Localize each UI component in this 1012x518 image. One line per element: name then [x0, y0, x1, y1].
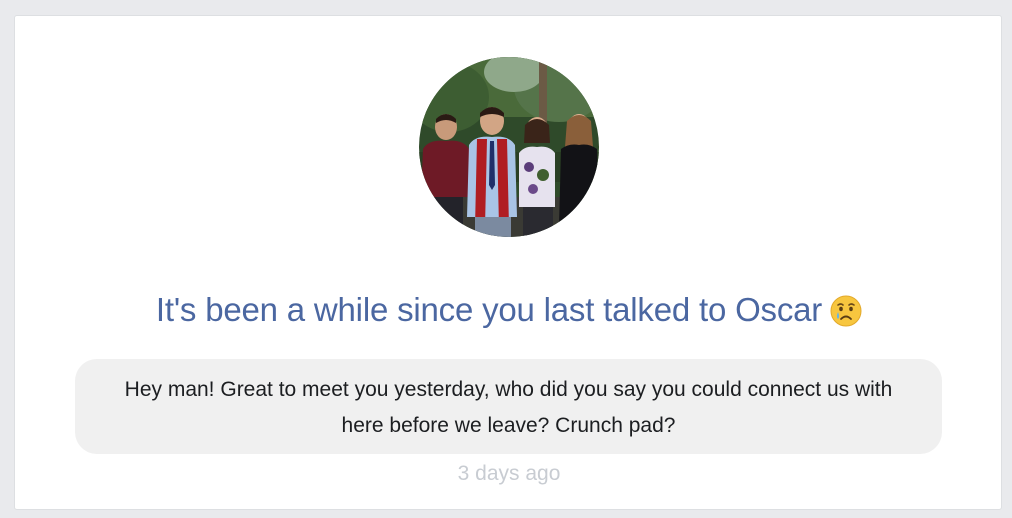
group-photo-avatar[interactable]: [419, 57, 599, 237]
crying-face-icon: [830, 294, 862, 327]
group-photo-image: [419, 57, 599, 237]
last-message-text: Hey man! Great to meet you yesterday, wh…: [124, 378, 893, 437]
headline-text: It's been a while since you last talked …: [155, 291, 823, 328]
message-timestamp: 3 days ago: [457, 462, 561, 485]
reminder-headline: It's been a while since you last talked …: [15, 288, 1003, 332]
last-message-bubble[interactable]: Hey man! Great to meet you yesterday, wh…: [75, 359, 942, 454]
conversation-reminder-card: It's been a while since you last talked …: [14, 15, 1002, 510]
